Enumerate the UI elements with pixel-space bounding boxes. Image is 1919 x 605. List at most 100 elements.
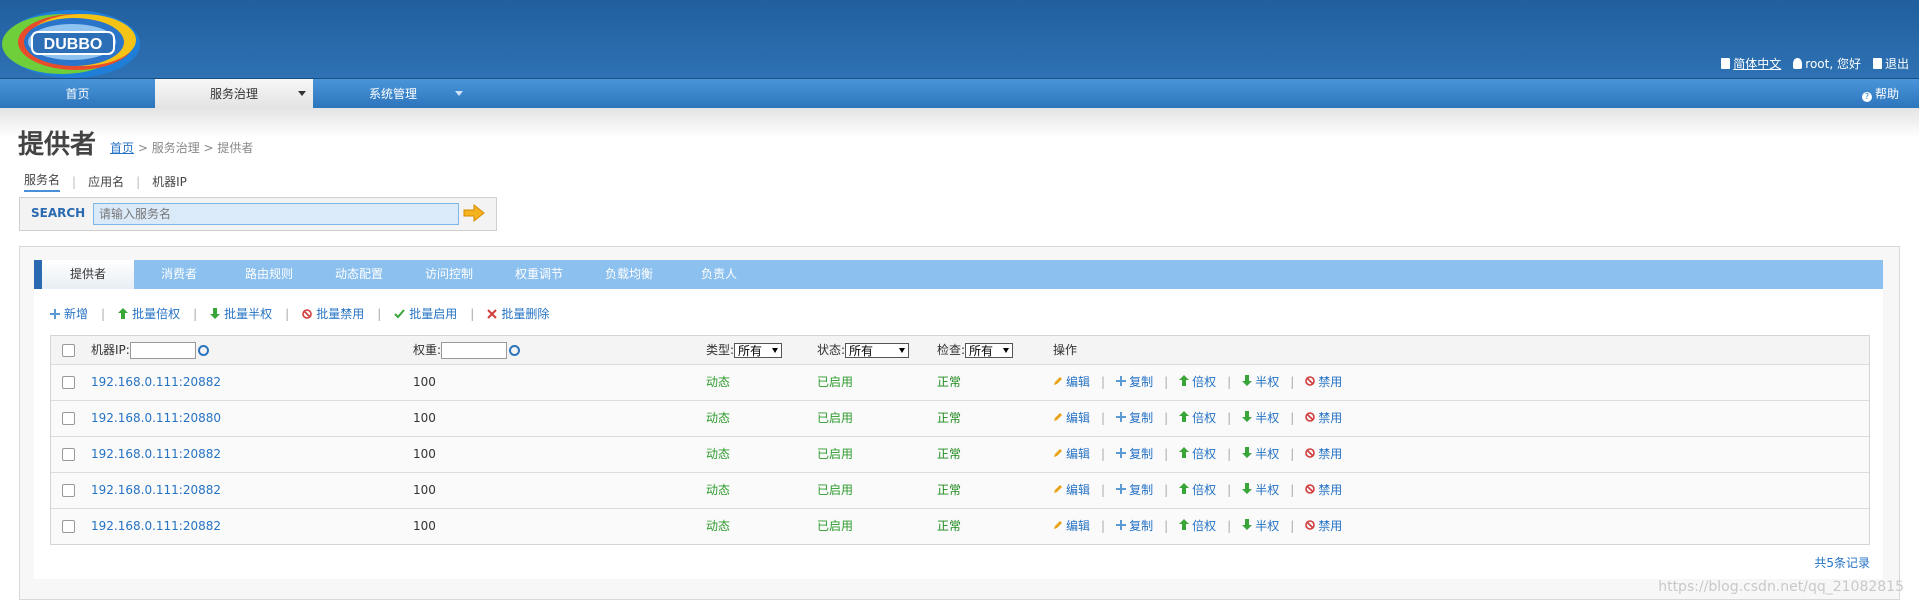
help-link[interactable]: ? 帮助: [1861, 79, 1899, 109]
copy-button[interactable]: 复制: [1116, 437, 1153, 472]
copy-icon: [1116, 437, 1127, 472]
copy-label: 复制: [1129, 519, 1154, 533]
tab-owners[interactable]: 负责人: [674, 260, 764, 289]
ip-link[interactable]: 192.168.0.111:20882: [91, 437, 221, 472]
double-button[interactable]: 倍权: [1179, 365, 1216, 400]
double-label: 倍权: [1192, 375, 1217, 389]
search-tab-application[interactable]: 应用名: [88, 173, 124, 190]
edit-button[interactable]: 编辑: [1053, 437, 1090, 472]
breadcrumb-home[interactable]: 首页: [110, 141, 134, 155]
status-filter-select[interactable]: 所有: [845, 343, 910, 358]
divider: |: [1290, 447, 1295, 461]
logout-label[interactable]: 退出: [1885, 55, 1909, 72]
check-filter-select[interactable]: 所有: [965, 343, 1014, 358]
type-value: 动态: [706, 519, 731, 533]
disable-button[interactable]: 禁用: [1305, 509, 1342, 544]
search-tab-ip[interactable]: 机器IP: [152, 173, 187, 190]
batch-double-button[interactable]: 批量倍权: [118, 305, 180, 322]
ip-link[interactable]: 192.168.0.111:20882: [91, 473, 221, 508]
tab-overrides[interactable]: 动态配置: [314, 260, 404, 289]
row-checkbox[interactable]: [62, 412, 75, 425]
status-value: 已启用: [817, 375, 854, 389]
double-button[interactable]: 倍权: [1179, 437, 1216, 472]
copy-button[interactable]: 复制: [1116, 473, 1153, 508]
copy-icon: [1116, 401, 1127, 436]
disable-button[interactable]: 禁用: [1305, 437, 1342, 472]
forbidden-icon: [1305, 473, 1316, 508]
search-icon[interactable]: [509, 345, 521, 356]
logout-link[interactable]: 退出: [1872, 55, 1909, 72]
half-button[interactable]: 半权: [1242, 401, 1279, 436]
batch-half-button[interactable]: 批量半权: [210, 305, 272, 322]
double-button[interactable]: 倍权: [1179, 473, 1216, 508]
subbar: [0, 108, 1919, 138]
check-value: 正常: [937, 411, 962, 425]
row-operations: 编辑 | 复制 | 倍权 | 半权 | 禁用: [1053, 473, 1342, 508]
row-checkbox[interactable]: [62, 484, 75, 497]
search-input[interactable]: [93, 203, 459, 225]
nav-home[interactable]: 首页: [0, 79, 155, 109]
search-box: SEARCH: [19, 197, 497, 231]
disable-button[interactable]: 禁用: [1305, 365, 1342, 400]
arrow-right-icon[interactable]: [463, 204, 485, 222]
ip-link[interactable]: 192.168.0.111:20882: [91, 509, 221, 544]
copy-label: 复制: [1129, 483, 1154, 497]
select-all-checkbox[interactable]: [62, 344, 75, 357]
status-header-label: 状态:: [817, 343, 846, 357]
forbidden-icon: [1305, 437, 1316, 472]
half-button[interactable]: 半权: [1242, 437, 1279, 472]
batch-enable-button[interactable]: 批量启用: [394, 305, 457, 322]
content-inner: 提供者 消费者 路由规则 动态配置 访问控制 权重调节 负载均衡 负责人 新增 …: [34, 260, 1883, 579]
tab-weights[interactable]: 权重调节: [494, 260, 584, 289]
half-button[interactable]: 半权: [1242, 473, 1279, 508]
row-checkbox[interactable]: [62, 448, 75, 461]
half-button[interactable]: 半权: [1242, 509, 1279, 544]
pencil-icon: [1053, 437, 1063, 472]
pencil-icon: [1053, 401, 1063, 436]
search-tab-service[interactable]: 服务名: [24, 171, 61, 192]
add-button[interactable]: 新增: [50, 305, 88, 322]
edit-button[interactable]: 编辑: [1053, 401, 1090, 436]
type-value: 动态: [706, 447, 731, 461]
nav-system-management[interactable]: 系统管理: [313, 79, 473, 109]
tab-consumers[interactable]: 消费者: [134, 260, 224, 289]
nav-service-governance[interactable]: 服务治理: [155, 79, 313, 109]
search-icon[interactable]: [197, 345, 209, 356]
edit-button[interactable]: 编辑: [1053, 509, 1090, 544]
user-label: root, 您好: [1805, 57, 1861, 71]
double-button[interactable]: 倍权: [1179, 509, 1216, 544]
tab-loadbalance[interactable]: 负载均衡: [584, 260, 674, 289]
ip-filter-input[interactable]: [129, 342, 196, 359]
edit-button[interactable]: 编辑: [1053, 365, 1090, 400]
language-link[interactable]: 简体中文: [1721, 55, 1781, 72]
batch-double-label: 批量倍权: [132, 307, 181, 321]
row-checkbox[interactable]: [62, 376, 75, 389]
double-button[interactable]: 倍权: [1179, 401, 1216, 436]
user-greeting[interactable]: root, 您好: [1793, 55, 1861, 72]
disable-button[interactable]: 禁用: [1305, 473, 1342, 508]
weight-filter-input[interactable]: [441, 342, 508, 359]
row-checkbox[interactable]: [62, 520, 75, 533]
breadcrumb-current: 提供者: [217, 141, 254, 155]
tab-routes[interactable]: 路由规则: [224, 260, 314, 289]
batch-delete-button[interactable]: 批量删除: [487, 305, 549, 322]
type-filter-select[interactable]: 所有: [734, 343, 783, 358]
dubbo-logo[interactable]: DUBBO: [2, 4, 144, 80]
type-header: 类型: 所有: [706, 336, 783, 364]
check-value: 正常: [937, 447, 962, 461]
batch-disable-button[interactable]: 批量禁用: [302, 305, 364, 322]
check-value: 正常: [937, 375, 962, 389]
half-button[interactable]: 半权: [1242, 365, 1279, 400]
check-value: 正常: [937, 483, 962, 497]
ip-link[interactable]: 192.168.0.111:20882: [91, 365, 221, 400]
tab-providers[interactable]: 提供者: [42, 260, 134, 289]
ip-link[interactable]: 192.168.0.111:20880: [91, 401, 221, 436]
tab-access[interactable]: 访问控制: [404, 260, 494, 289]
add-label: 新增: [64, 307, 89, 321]
edit-button[interactable]: 编辑: [1053, 473, 1090, 508]
copy-button[interactable]: 复制: [1116, 365, 1153, 400]
disable-button[interactable]: 禁用: [1305, 401, 1342, 436]
copy-button[interactable]: 复制: [1116, 509, 1153, 544]
language-label[interactable]: 简体中文: [1733, 55, 1781, 72]
copy-button[interactable]: 复制: [1116, 401, 1153, 436]
